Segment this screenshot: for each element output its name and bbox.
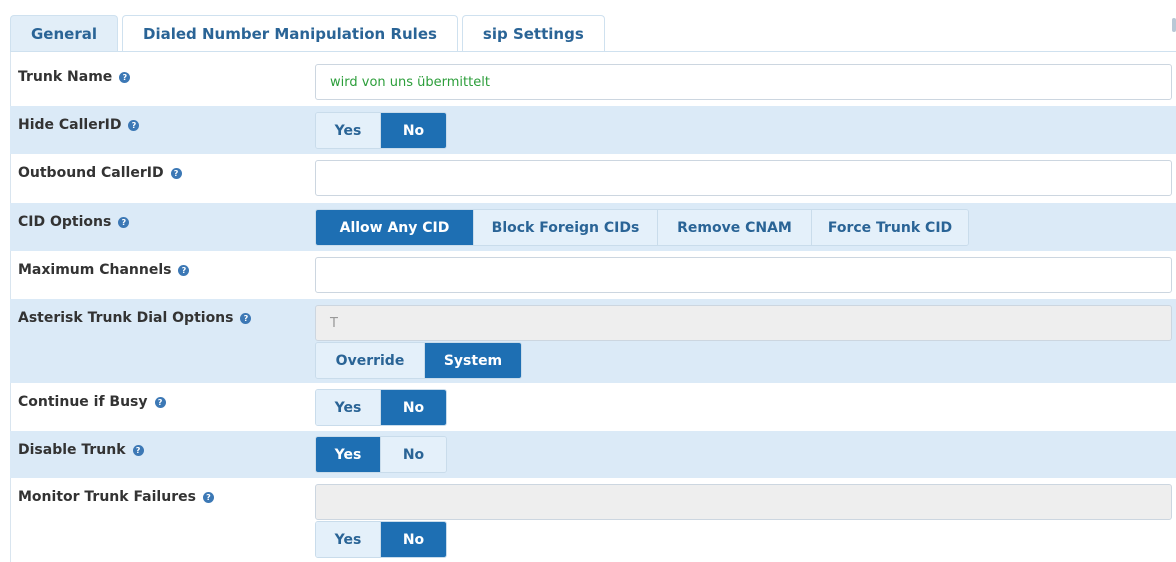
maximum-channels-input[interactable] xyxy=(315,257,1172,293)
force-trunk-cid-button[interactable]: Force Trunk CID xyxy=(812,210,968,245)
row-dial-options: Asterisk Trunk Dial Options ? T Override… xyxy=(10,299,1176,383)
cid-options-label: CID Options ? xyxy=(18,214,130,230)
dial-options-system-button[interactable]: System xyxy=(425,343,521,378)
question-circle-icon[interactable]: ? xyxy=(118,216,130,228)
continue-if-busy-toggle: Yes No xyxy=(315,389,447,426)
continue-if-busy-yes-button[interactable]: Yes xyxy=(316,390,381,425)
row-continue-if-busy: Continue if Busy ? Yes No xyxy=(10,383,1176,431)
question-circle-icon[interactable]: ? xyxy=(202,491,214,503)
row-disable-trunk: Disable Trunk ? Yes No xyxy=(10,431,1176,478)
row-hide-callerid: Hide CallerID ? Yes No xyxy=(10,106,1176,154)
disable-trunk-label: Disable Trunk ? xyxy=(18,442,144,458)
question-circle-icon[interactable]: ? xyxy=(128,119,140,131)
block-foreign-cids-button[interactable]: Block Foreign CIDs xyxy=(474,210,658,245)
cid-options-toggle: Allow Any CID Block Foreign CIDs Remove … xyxy=(315,209,969,246)
allow-any-cid-button[interactable]: Allow Any CID xyxy=(316,210,474,245)
question-circle-icon[interactable]: ? xyxy=(154,396,166,408)
continue-if-busy-no-button[interactable]: No xyxy=(381,390,446,425)
dial-options-override-button[interactable]: Override xyxy=(316,343,425,378)
maximum-channels-label: Maximum Channels ? xyxy=(18,262,190,278)
question-circle-icon[interactable]: ? xyxy=(240,312,252,324)
disable-trunk-no-button[interactable]: No xyxy=(381,437,446,472)
hide-callerid-no-button[interactable]: No xyxy=(381,113,446,148)
outbound-callerid-input[interactable] xyxy=(315,160,1172,196)
hide-callerid-label: Hide CallerID ? xyxy=(18,117,140,133)
tab-divider xyxy=(10,51,1176,52)
hide-callerid-yes-button[interactable]: Yes xyxy=(316,113,381,148)
outbound-callerid-label: Outbound CallerID ? xyxy=(18,165,182,181)
question-circle-icon[interactable]: ? xyxy=(132,444,144,456)
tab-bar: General Dialed Number Manipulation Rules… xyxy=(10,15,609,52)
remove-cnam-button[interactable]: Remove CNAM xyxy=(658,210,812,245)
monitor-failures-yes-button[interactable]: Yes xyxy=(316,522,381,557)
dial-options-label: Asterisk Trunk Dial Options ? xyxy=(18,310,252,326)
trunk-name-input[interactable]: wird von uns übermittelt xyxy=(315,64,1172,100)
monitor-failures-no-button[interactable]: No xyxy=(381,522,446,557)
question-circle-icon[interactable]: ? xyxy=(170,167,182,179)
tab-general[interactable]: General xyxy=(10,15,118,52)
trunk-name-label: Trunk Name ? xyxy=(18,69,131,85)
row-outbound-callerid: Outbound CallerID ? xyxy=(10,154,1176,203)
tab-sip-settings[interactable]: sip Settings xyxy=(461,15,605,52)
monitor-trunk-failures-input[interactable] xyxy=(315,484,1172,520)
row-cid-options: CID Options ? Allow Any CID Block Foreig… xyxy=(10,203,1176,251)
monitor-trunk-failures-toggle: Yes No xyxy=(315,521,447,558)
tab-dialed-number-rules[interactable]: Dialed Number Manipulation Rules xyxy=(122,15,458,52)
continue-if-busy-label: Continue if Busy ? xyxy=(18,394,166,410)
scrollbar[interactable] xyxy=(1172,18,1176,32)
disable-trunk-toggle: Yes No xyxy=(315,436,447,473)
monitor-trunk-failures-label: Monitor Trunk Failures ? xyxy=(18,489,214,505)
dial-options-input[interactable]: T xyxy=(315,305,1172,341)
row-monitor-trunk-failures: Monitor Trunk Failures ? Yes No xyxy=(10,478,1176,562)
row-trunk-name: Trunk Name ? wird von uns übermittelt xyxy=(10,58,1176,106)
hide-callerid-toggle: Yes No xyxy=(315,112,447,149)
question-circle-icon[interactable]: ? xyxy=(119,71,131,83)
row-maximum-channels: Maximum Channels ? xyxy=(10,251,1176,299)
disable-trunk-yes-button[interactable]: Yes xyxy=(316,437,381,472)
dial-options-toggle: Override System xyxy=(315,342,522,379)
question-circle-icon[interactable]: ? xyxy=(178,264,190,276)
